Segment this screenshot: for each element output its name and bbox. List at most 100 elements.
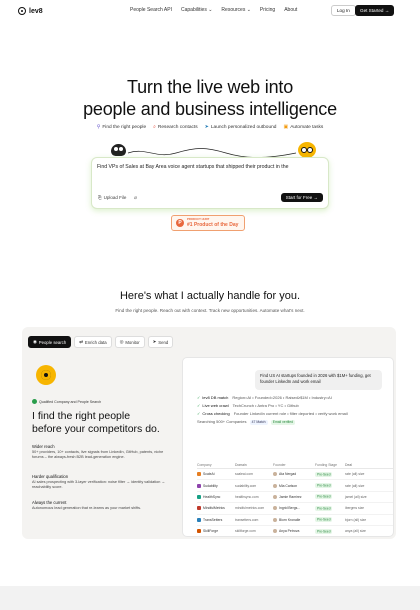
top-nav: lev8 People Search API Capabilities ⌄ Re… — [0, 0, 420, 22]
company-name: TransSetters — [203, 517, 223, 522]
start-free-button[interactable]: Start for Free → — [280, 193, 323, 202]
tab-monitor[interactable]: ◎ Monitor — [114, 336, 145, 348]
step-detail: Region=AI • Founded=2026 • Raised≥$1M • … — [232, 395, 332, 400]
brand-logo[interactable]: lev8 — [18, 7, 43, 15]
stage-cell: Pre-Seed — [315, 494, 345, 500]
panel-headline-line-2: before your competitors do. — [32, 422, 160, 435]
deal-cell: rate (all) size — [345, 472, 365, 477]
results-table: Company Domain Founder Funding Stage Dea… — [197, 461, 393, 536]
company-name: ScaleAi — [203, 472, 215, 477]
domain-cell: healthsync.com — [235, 494, 259, 499]
founder-cell: Ingrid Bergs... — [273, 506, 315, 511]
task-icon: ▣ — [283, 124, 289, 130]
feature-text: Autonomous lead generation that re-learn… — [32, 506, 142, 510]
nav-link-resources[interactable]: Resources ⌄ — [221, 7, 250, 13]
founder-name: Ata Nergad — [279, 472, 297, 477]
tab-label: Send — [158, 339, 169, 345]
panel-headline: I find the right people before your comp… — [32, 410, 192, 435]
nav-link-about[interactable]: About — [284, 7, 297, 13]
task-label: Find the right people — [102, 124, 147, 130]
table-row[interactable]: SkillForge skillforge.com Anya Petrova Pre-… — [197, 526, 393, 536]
task-automate[interactable]: ▣ Automate tasks — [283, 124, 323, 130]
company-name: SkillForge — [203, 529, 219, 534]
table-row[interactable]: ScaleAi scaleai.com Ata Nergad Pre-Seed rate… — [197, 469, 393, 481]
company-logo-icon — [197, 529, 201, 534]
status-badge: Pre-Seed — [315, 494, 333, 500]
stage-cell: Pre-Seed — [315, 528, 345, 534]
table-row[interactable]: HealthSync healthsync.com Jamie Ramirez Pre… — [197, 492, 393, 504]
user-icon: ⚲ — [96, 124, 101, 130]
product-hunt-badge[interactable]: P PRODUCT HUNT #1 Product of the Day — [171, 215, 245, 231]
task-label: Automate tasks — [290, 124, 324, 130]
deal-cell: jamel (all) size — [345, 494, 367, 499]
step-cross-checking: ✓ Cross checking Founder LinkedIn current … — [197, 411, 348, 416]
deal-cell: ibergms size — [345, 506, 365, 511]
nav-link-people-search-api[interactable]: People Search API — [130, 7, 172, 13]
capabilities-panel: ◉ People search ⇄ Enrich data ◎ Monitor ➤ Se… — [22, 327, 396, 539]
founder-name: Mia Carlson — [279, 483, 298, 488]
feature-title: Harder qualification — [32, 474, 69, 479]
check-icon — [32, 399, 37, 404]
avatar — [273, 472, 277, 477]
send-icon: ➤ — [204, 124, 209, 130]
nav-link-pricing[interactable]: Pricing — [260, 7, 275, 13]
tab-enrich-data[interactable]: ⇄ Enrich data — [74, 336, 112, 348]
task-find-people[interactable]: ⚲ Find the right people — [97, 124, 146, 130]
monitor-icon: ◎ — [119, 339, 124, 344]
founder-name: Jamie Ramirez — [279, 494, 302, 499]
prompt-box[interactable]: Find VPs of Sales at Bay Area voice agen… — [91, 157, 329, 209]
login-button[interactable]: Log In — [331, 5, 356, 16]
match-count-pill: 47 Match — [249, 419, 268, 425]
avatar — [273, 529, 277, 534]
tab-people-search[interactable]: ◉ People search — [28, 336, 72, 348]
hero-title-line-1: Turn the live web into — [126, 77, 294, 97]
task-research-contacts[interactable]: ⌕ Research contacts — [153, 124, 198, 130]
status-badge: Pre-Seed — [315, 528, 333, 534]
company-cell: ScaleAi — [197, 472, 235, 477]
status-badge: Pre-Seed — [315, 505, 333, 511]
section-subtitle: Find the right people. Reach out with co… — [115, 308, 305, 313]
table-row[interactable]: TransSetters transetters.com Biorn Kronall… — [197, 515, 393, 526]
founder-name: Anya Petrova — [279, 529, 300, 534]
attach-icon[interactable]: ⌀ — [134, 195, 137, 201]
domain-cell: sudability.com — [235, 483, 257, 488]
feature-title: Always the current — [32, 500, 67, 505]
search-status: Searching 500+ Companies 47 Match Email … — [197, 419, 296, 425]
qualified-badge: Qualified Company and People Search — [32, 399, 101, 404]
table-row[interactable]: MindfulMetrics mindfulmetrics.com Ingrid B… — [197, 503, 393, 515]
founder-name: Ingrid Bergs... — [279, 506, 301, 511]
product-hunt-icon: P — [176, 219, 184, 227]
feature-always-current: Always the current Autonomous lead gener… — [32, 500, 172, 511]
step-name: Cross checking — [202, 411, 230, 416]
tab-label: Monitor — [125, 339, 140, 345]
upload-label: Upload File — [103, 195, 127, 200]
stage-cell: Pre-Seed — [315, 471, 345, 477]
step-detail: TechCrunch • Antra Pro • YC • Github — [232, 403, 299, 408]
upload-file-button[interactable]: ⎘ Upload File — [98, 195, 126, 200]
domain-cell: transetters.com — [235, 517, 259, 522]
column-founder: Founder — [273, 462, 286, 467]
task-launch-outbound[interactable]: ➤ Launch personalized outbound — [205, 124, 277, 130]
mascot-yellow-icon — [298, 142, 316, 158]
nav-link-capabilities[interactable]: Capabilities ⌄ — [181, 7, 212, 13]
domain-cell: mindfulmetrics.com — [235, 506, 265, 511]
company-name: Sudability — [203, 483, 218, 488]
section-title: Here's what I actually handle for you. — [119, 290, 301, 302]
company-logo-icon — [197, 494, 201, 499]
get-started-button[interactable]: Get Started → — [355, 5, 395, 16]
ph-title: #1 Product of the Day — [187, 221, 239, 228]
company-name: MindfulMetrics — [203, 506, 225, 511]
search-icon: ⌕ — [153, 124, 156, 130]
stage-cell: Pre-Seed — [315, 517, 345, 523]
column-domain: Domain — [235, 462, 247, 467]
table-row[interactable]: Sudability sudability.com Mia Carlson Pre-S… — [197, 480, 393, 492]
nav-links: People Search API Capabilities ⌄ Resourc… — [130, 7, 297, 13]
avatar — [273, 494, 277, 499]
company-cell: HealthSync — [197, 494, 235, 499]
upload-icon: ⎘ — [98, 195, 102, 200]
footer-band — [0, 586, 420, 610]
column-deal: Deal — [345, 462, 352, 467]
column-funding-stage: Funding Stage — [315, 462, 338, 467]
tab-send[interactable]: ➤ Send — [147, 336, 174, 348]
prompt-input[interactable]: Find VPs of Sales at Bay Area voice agen… — [97, 164, 288, 170]
